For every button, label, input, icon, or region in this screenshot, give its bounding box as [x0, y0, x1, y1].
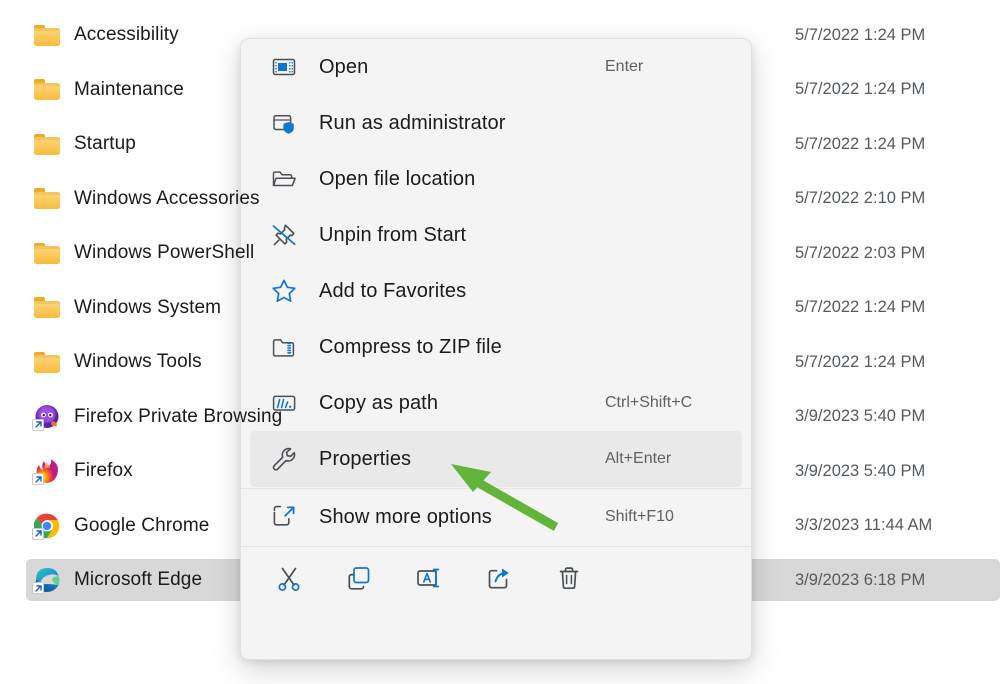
- context-menu[interactable]: Open Enter Run as administrator Open file l…: [240, 38, 752, 660]
- file-name: Maintenance: [74, 78, 184, 100]
- menu-item-label: Open: [319, 55, 369, 78]
- context-menu-icon-bar: [241, 547, 751, 609]
- shortcut-overlay-icon: [32, 418, 44, 431]
- star-icon: [269, 276, 299, 306]
- file-name: Windows System: [74, 296, 222, 318]
- folder-icon: [34, 131, 60, 157]
- menu-item-properties[interactable]: Properties Alt+Enter: [250, 431, 742, 487]
- file-date-modified: 5/7/2022 1:24 PM: [795, 134, 926, 153]
- file-date-modified: 5/7/2022 1:24 PM: [795, 80, 926, 98]
- file-date-modified: 5/7/2022 2:10 PM: [795, 189, 926, 207]
- folder-icon: [34, 77, 60, 103]
- menu-item-show-more-options[interactable]: Show more options Shift+F10: [250, 489, 742, 545]
- unpin-icon: [269, 220, 299, 250]
- menu-item-shortcut: Alt+Enter: [605, 450, 672, 467]
- microsoft-edge-icon: [32, 567, 60, 594]
- file-name: Microsoft Edge: [74, 569, 203, 590]
- file-date-modified: 3/9/2023 5:40 PM: [795, 407, 926, 425]
- menu-item-unpin-from-start[interactable]: Unpin from Start: [250, 207, 742, 263]
- shield-window-icon: [269, 108, 299, 138]
- context-menu-items: Open Enter Run as administrator Open file l…: [241, 39, 751, 487]
- delete-icon[interactable]: [541, 556, 597, 600]
- menu-item-open[interactable]: Open Enter: [250, 39, 742, 95]
- menu-item-label: Compress to ZIP file: [319, 335, 502, 358]
- show-more-options-row: Show more options Shift+F10: [241, 489, 751, 545]
- menu-item-shortcut: Shift+F10: [605, 508, 674, 525]
- show-more-options-icon: [269, 502, 299, 532]
- folder-icon: [34, 295, 60, 321]
- file-name: Windows Accessories: [74, 187, 260, 209]
- share-icon[interactable]: [471, 556, 527, 600]
- menu-item-add-to-favorites[interactable]: Add to Favorites: [250, 263, 742, 319]
- shortcut-overlay-icon: [32, 527, 44, 540]
- menu-item-label: Open file location: [319, 167, 476, 190]
- rename-icon[interactable]: [401, 556, 457, 600]
- google-chrome-icon: [32, 513, 60, 540]
- file-name: Accessibility: [74, 24, 179, 45]
- firefox-icon: [32, 458, 60, 485]
- file-name: Firefox: [74, 460, 133, 481]
- copy-icon[interactable]: [331, 556, 387, 600]
- shortcut-overlay-icon: [32, 473, 44, 485]
- file-name: Firefox Private Browsing: [74, 405, 283, 427]
- file-name: Windows Tools: [74, 351, 202, 372]
- menu-item-label: Add to Favorites: [319, 279, 467, 302]
- menu-item-label: Run as administrator: [319, 111, 506, 134]
- firefox-private-browsing-icon: [32, 404, 60, 431]
- menu-item-label: Copy as path: [319, 391, 439, 414]
- menu-item-shortcut: Enter: [605, 58, 644, 75]
- menu-item-label: Properties: [319, 447, 412, 470]
- wrench-icon: [269, 444, 299, 474]
- folder-icon: [34, 186, 60, 212]
- file-date-modified: 3/9/2023 5:40 PM: [795, 461, 926, 480]
- file-name: Google Chrome: [74, 514, 210, 536]
- shortcut-overlay-icon: [32, 582, 44, 594]
- open-window-icon: [269, 52, 299, 82]
- menu-item-compress-to-zip-file[interactable]: Compress to ZIP file: [250, 319, 742, 375]
- file-date-modified: 5/7/2022 1:24 PM: [795, 352, 926, 371]
- menu-item-copy-as-path[interactable]: Copy as path Ctrl+Shift+C: [250, 375, 742, 431]
- menu-item-shortcut: Ctrl+Shift+C: [605, 394, 693, 411]
- folder-icon: [34, 349, 60, 375]
- file-date-modified: 3/9/2023 6:18 PM: [795, 570, 926, 589]
- menu-item-label: Show more options: [319, 505, 492, 528]
- file-name: Windows PowerShell: [74, 242, 255, 263]
- folder-icon: [34, 240, 60, 266]
- file-date-modified: 5/7/2022 1:24 PM: [795, 298, 926, 316]
- file-date-modified: 3/3/2023 11:44 AM: [795, 516, 933, 534]
- file-date-modified: 5/7/2022 2:03 PM: [795, 243, 926, 262]
- menu-item-label: Unpin from Start: [319, 223, 467, 246]
- file-date-modified: 5/7/2022 1:24 PM: [795, 25, 926, 44]
- cut-icon[interactable]: [261, 556, 317, 600]
- zip-folder-icon: [269, 332, 299, 362]
- menu-item-open-file-location[interactable]: Open file location: [250, 151, 742, 207]
- menu-item-run-as-administrator[interactable]: Run as administrator: [250, 95, 742, 151]
- file-name: Startup: [74, 133, 136, 154]
- folder-open-icon: [269, 164, 299, 194]
- folder-icon: [34, 22, 60, 48]
